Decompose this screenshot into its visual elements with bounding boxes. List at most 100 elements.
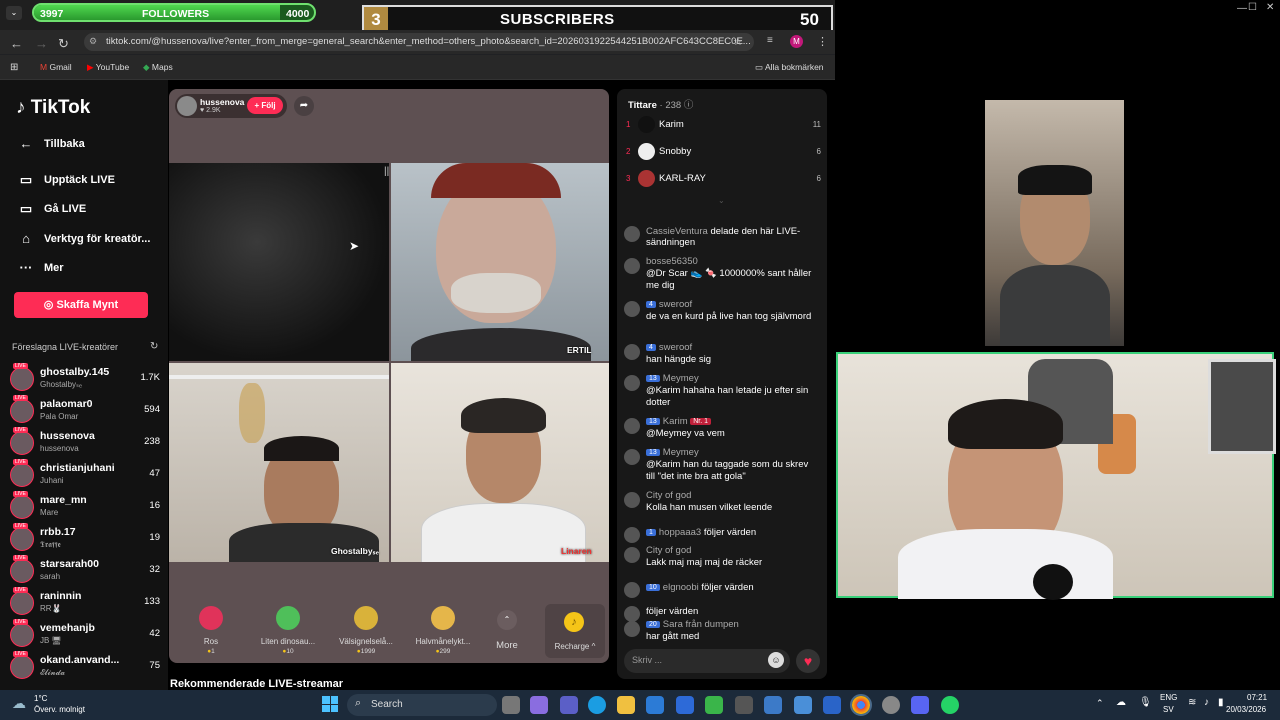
creator-avatar bbox=[10, 623, 34, 647]
file-explorer-icon[interactable] bbox=[617, 696, 635, 714]
url-field[interactable]: tiktok.com/@hussenova/live?enter_from_me… bbox=[84, 33, 754, 51]
wifi-icon[interactable]: ≋ bbox=[1188, 697, 1196, 708]
extensions-icon[interactable]: ≡ bbox=[767, 35, 773, 46]
back-arrow-icon[interactable]: ← bbox=[10, 36, 23, 51]
battery-icon[interactable]: ▮ bbox=[1218, 697, 1224, 708]
follow-button[interactable]: + Följ bbox=[247, 97, 283, 114]
outlook-icon[interactable] bbox=[646, 696, 664, 714]
bookmark-youtube[interactable]: ▶ YouTube bbox=[87, 62, 129, 73]
cloud-sync-icon[interactable]: ☁ bbox=[1116, 697, 1126, 708]
bookmark-star-icon[interactable]: ☆ bbox=[733, 35, 743, 48]
maximize-button-right[interactable]: ☐ bbox=[1248, 2, 1257, 13]
minimize-button-right[interactable]: — bbox=[1237, 3, 1247, 14]
suggested-creator-item[interactable]: LIVE mare_mn Mare 16 bbox=[10, 491, 160, 522]
language-bottom[interactable]: SV bbox=[1163, 705, 1174, 714]
back-link[interactable]: ← Tillbaka bbox=[18, 136, 85, 151]
nav-more[interactable]: ··· Mer bbox=[18, 260, 64, 275]
top-viewer-item[interactable]: 1 Karim 11 bbox=[626, 116, 821, 136]
site-info-icon[interactable]: ⚙ bbox=[89, 36, 97, 47]
chrome-icon[interactable] bbox=[850, 694, 872, 716]
suggested-creator-item[interactable]: LIVE starsarah00 sarah 32 bbox=[10, 555, 160, 586]
browser-menu-icon[interactable]: ⋮ bbox=[817, 35, 828, 48]
more-gifts-button[interactable]: ⌃ More bbox=[473, 602, 545, 658]
chevron-up-icon[interactable]: ⌃ bbox=[1096, 698, 1104, 709]
live-badge: LIVE bbox=[13, 427, 28, 433]
gift-blessing-chest[interactable]: Välsignelselå... ●1999 bbox=[330, 602, 402, 658]
obs-icon[interactable] bbox=[882, 696, 900, 714]
mail-icon[interactable] bbox=[676, 696, 694, 714]
host-name[interactable]: hussenova bbox=[200, 97, 244, 107]
teams-icon[interactable] bbox=[560, 696, 578, 714]
taskbar-search[interactable]: Search bbox=[347, 694, 497, 716]
reload-icon[interactable]: ↻ bbox=[58, 36, 69, 52]
suggested-creator-item[interactable]: LIVE rrbb.17 𝕿𝖗𝖆𝖋𝖋𝖊 19 bbox=[10, 523, 160, 554]
gift-dinosaur[interactable]: Liten dinosau... ●10 bbox=[252, 602, 324, 658]
video-tile-2[interactable]: ERTIL bbox=[391, 163, 609, 361]
weather-temp[interactable]: 1°C bbox=[34, 694, 47, 703]
bookmark-gmail[interactable]: M Gmail bbox=[40, 62, 72, 72]
language-top[interactable]: ENG bbox=[1160, 693, 1177, 702]
folder-icon: ▭ bbox=[755, 62, 764, 72]
profile-avatar[interactable]: M bbox=[790, 35, 803, 48]
chat-avatar bbox=[624, 449, 640, 465]
tile-label-linaren: Linaren bbox=[561, 546, 592, 556]
chat-input[interactable]: Skriv ... bbox=[624, 649, 790, 673]
copilot-icon[interactable] bbox=[530, 696, 548, 714]
followers-goal: 4000 bbox=[286, 8, 310, 20]
bookmark-maps[interactable]: ◆ Maps bbox=[143, 62, 173, 73]
tiktok-logo[interactable]: ♪ TikTok bbox=[16, 97, 90, 119]
video-tile-4[interactable]: Linaren bbox=[391, 363, 609, 562]
nav-creator-tools[interactable]: ⌂ Verktyg för kreatör... bbox=[18, 231, 150, 246]
forward-arrow-icon[interactable]: → bbox=[35, 36, 48, 51]
share-icon[interactable]: ➦ bbox=[294, 96, 314, 116]
get-coins-button[interactable]: ◎ Skaffa Mynt bbox=[14, 292, 148, 318]
edge-icon[interactable] bbox=[588, 696, 606, 714]
weather-desc[interactable]: Överv. molnigt bbox=[34, 705, 85, 714]
tile-label-ertil: ERTIL bbox=[567, 345, 592, 355]
task-view-icon[interactable] bbox=[502, 696, 520, 714]
chevron-down-icon[interactable]: ⌄ bbox=[718, 196, 725, 205]
emoji-icon[interactable]: ☺ bbox=[768, 652, 784, 668]
suggested-creator-item[interactable]: LIVE hussenova hussenova 238 bbox=[10, 427, 160, 458]
tab-search-button[interactable]: ⌄ bbox=[6, 6, 22, 20]
creator-avatar bbox=[10, 559, 34, 583]
suggested-creator-item[interactable]: LIVE christianjuhani Juhani 47 bbox=[10, 459, 160, 490]
all-bookmarks[interactable]: ▭ Alla bokmärken bbox=[755, 62, 824, 73]
app-icon[interactable] bbox=[735, 696, 753, 714]
top-viewer-item[interactable]: 3 KARL-RAY 6 bbox=[626, 170, 821, 190]
whatsapp-icon[interactable] bbox=[941, 696, 959, 714]
recharge-button[interactable]: ♪ Recharge ^ bbox=[545, 604, 605, 658]
viewer-score: 6 bbox=[816, 174, 821, 183]
clock-time[interactable]: 07:21 bbox=[1247, 693, 1267, 702]
photos-icon[interactable] bbox=[764, 696, 782, 714]
host-avatar[interactable] bbox=[177, 96, 197, 116]
gift-crescent-lantern[interactable]: Halvmånelykt... ●299 bbox=[407, 602, 479, 658]
apps-grid-icon[interactable]: ⊞ bbox=[10, 62, 18, 73]
video-tile-3[interactable]: Ghostalbyₛₑ bbox=[169, 363, 389, 562]
suggested-creator-item[interactable]: LIVE vemehanjb JB 🖥 42 bbox=[10, 619, 160, 650]
video-tile-1[interactable]: ||| ➤ bbox=[169, 163, 389, 361]
shield-icon[interactable] bbox=[705, 696, 723, 714]
close-button-right[interactable]: ✕ bbox=[1266, 2, 1274, 13]
refresh-icon[interactable]: ↻ bbox=[150, 341, 158, 352]
heart-icon[interactable]: ♥ bbox=[796, 649, 820, 673]
suggested-creator-item[interactable]: LIVE ghostalby.145 Ghostalbyₛₑ 1.7K bbox=[10, 363, 160, 394]
chat-username: Karim bbox=[662, 416, 688, 427]
store-icon[interactable] bbox=[823, 696, 841, 714]
discord-icon[interactable] bbox=[911, 696, 929, 714]
clock-date[interactable]: 20/03/2026 bbox=[1226, 705, 1266, 714]
nav-discover-live[interactable]: ▭ Upptäck LIVE bbox=[18, 172, 115, 188]
suggested-creator-item[interactable]: LIVE palaomar0 Pala Omar 594 bbox=[10, 395, 160, 426]
gallery-icon[interactable] bbox=[794, 696, 812, 714]
hoodie bbox=[1000, 265, 1110, 346]
gift-rose[interactable]: Ros ●1 bbox=[175, 602, 247, 658]
microphone-icon[interactable]: 🎙 bbox=[1139, 697, 1152, 708]
windows-start-icon[interactable] bbox=[322, 696, 338, 712]
volume-icon[interactable]: ♪ bbox=[1204, 697, 1209, 708]
nav-go-live[interactable]: ▭ Gå LIVE bbox=[18, 201, 86, 217]
suggested-creator-item[interactable]: LIVE okand.anvand... 𝓔𝓵𝓲𝓷𝓭𝓪 75 bbox=[10, 651, 160, 682]
suggested-creator-item[interactable]: LIVE raninnin RR🐰 133 bbox=[10, 587, 160, 618]
weather-cloud-icon[interactable]: ☁ bbox=[12, 695, 26, 712]
creator-avatar bbox=[10, 399, 34, 423]
top-viewer-item[interactable]: 2 Snobby 6 bbox=[626, 143, 821, 163]
